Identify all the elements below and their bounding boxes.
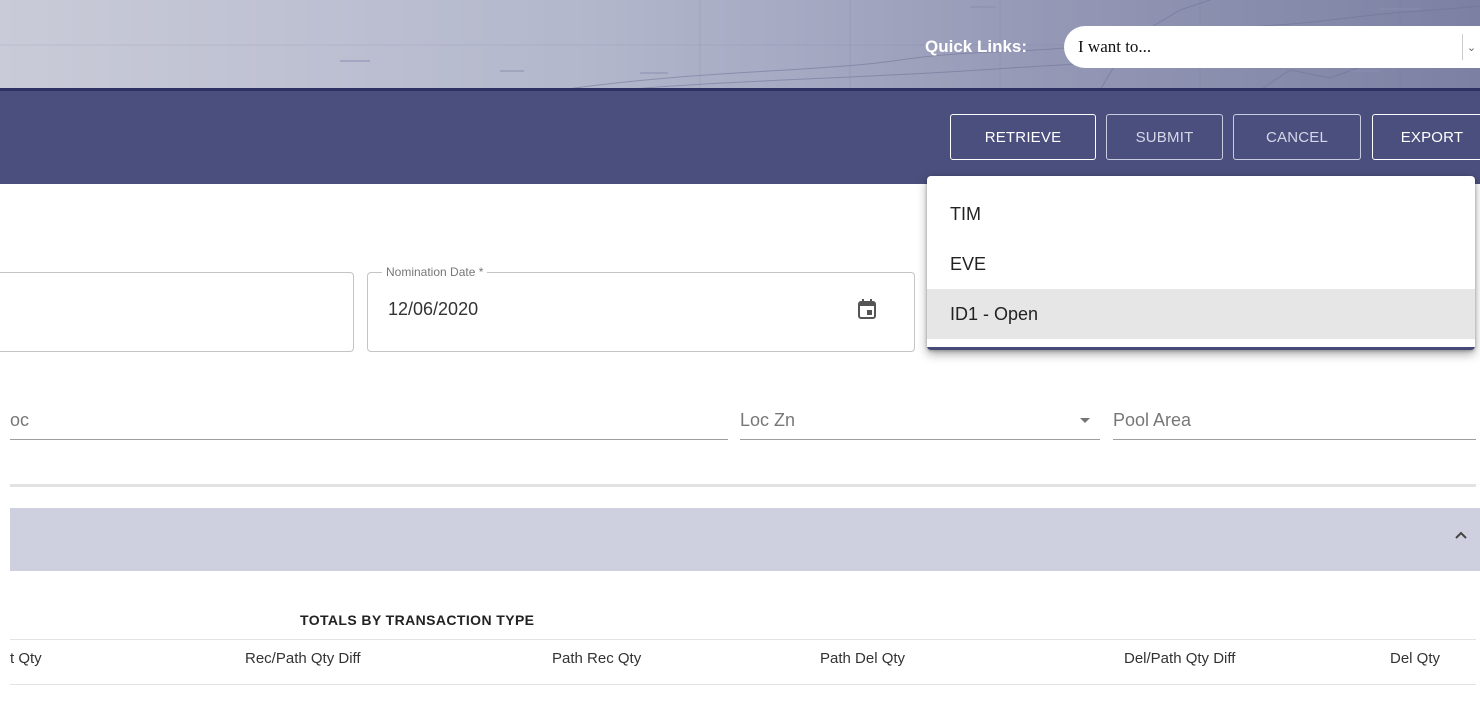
table-divider	[10, 684, 1476, 685]
export-button[interactable]: EXPORT	[1372, 114, 1480, 160]
header-banner: Quick Links: I want to... ⌄	[0, 0, 1480, 90]
chevron-down-icon[interactable]: ⌄	[1462, 34, 1480, 60]
column-header: Del Qty	[1390, 650, 1441, 667]
dropdown-menu: TIM EVE ID1 - Open	[927, 176, 1475, 350]
collapsible-section-header[interactable]	[10, 508, 1480, 571]
column-header: Del/Path Qty Diff	[1124, 650, 1236, 667]
column-header: Rec/Path Qty Diff	[245, 650, 361, 667]
menu-bottom-border	[927, 347, 1475, 350]
calendar-icon[interactable]	[858, 299, 876, 319]
chevron-up-icon[interactable]	[1454, 530, 1468, 540]
pool-area-placeholder: Pool Area	[1113, 410, 1192, 430]
quick-links-value: I want to...	[1078, 37, 1152, 56]
pool-area-field[interactable]: Pool Area	[1113, 400, 1476, 440]
column-header: t Qty	[10, 650, 42, 667]
menu-item-selected[interactable]: ID1 - Open	[927, 289, 1475, 339]
nomination-date-value: 12/06/2020	[388, 299, 479, 319]
menu-item[interactable]: EVE	[927, 239, 1475, 289]
cancel-button[interactable]: CANCEL	[1233, 114, 1361, 160]
column-header: Path Rec Qty	[552, 650, 642, 667]
table-divider	[10, 639, 1476, 640]
retrieve-button[interactable]: RETRIEVE	[950, 114, 1096, 160]
totals-title: TOTALS BY TRANSACTION TYPE	[300, 612, 535, 628]
section-divider	[10, 484, 1476, 487]
submit-button[interactable]: SUBMIT	[1106, 114, 1223, 160]
quick-links-label: Quick Links:	[925, 37, 1028, 56]
nomination-date-label: Nomination Date *	[382, 265, 488, 279]
nomination-date-field[interactable]: Nomination Date * 12/06/2020	[367, 265, 915, 352]
action-toolbar: RETRIEVE SUBMIT CANCEL EXPORT	[0, 91, 1480, 184]
menu-item[interactable]: TIM	[927, 189, 1475, 239]
loc-field[interactable]: oc	[10, 400, 728, 440]
loc-placeholder: oc	[10, 410, 30, 430]
left-outlined-field[interactable]	[0, 272, 354, 352]
column-header: Path Del Qty	[820, 650, 906, 667]
loc-zn-placeholder: Loc Zn	[740, 410, 796, 430]
quick-links-select[interactable]: I want to... ⌄	[1064, 26, 1480, 68]
dropdown-arrow-icon	[1080, 418, 1090, 423]
loc-zn-select[interactable]: Loc Zn	[740, 400, 1100, 440]
